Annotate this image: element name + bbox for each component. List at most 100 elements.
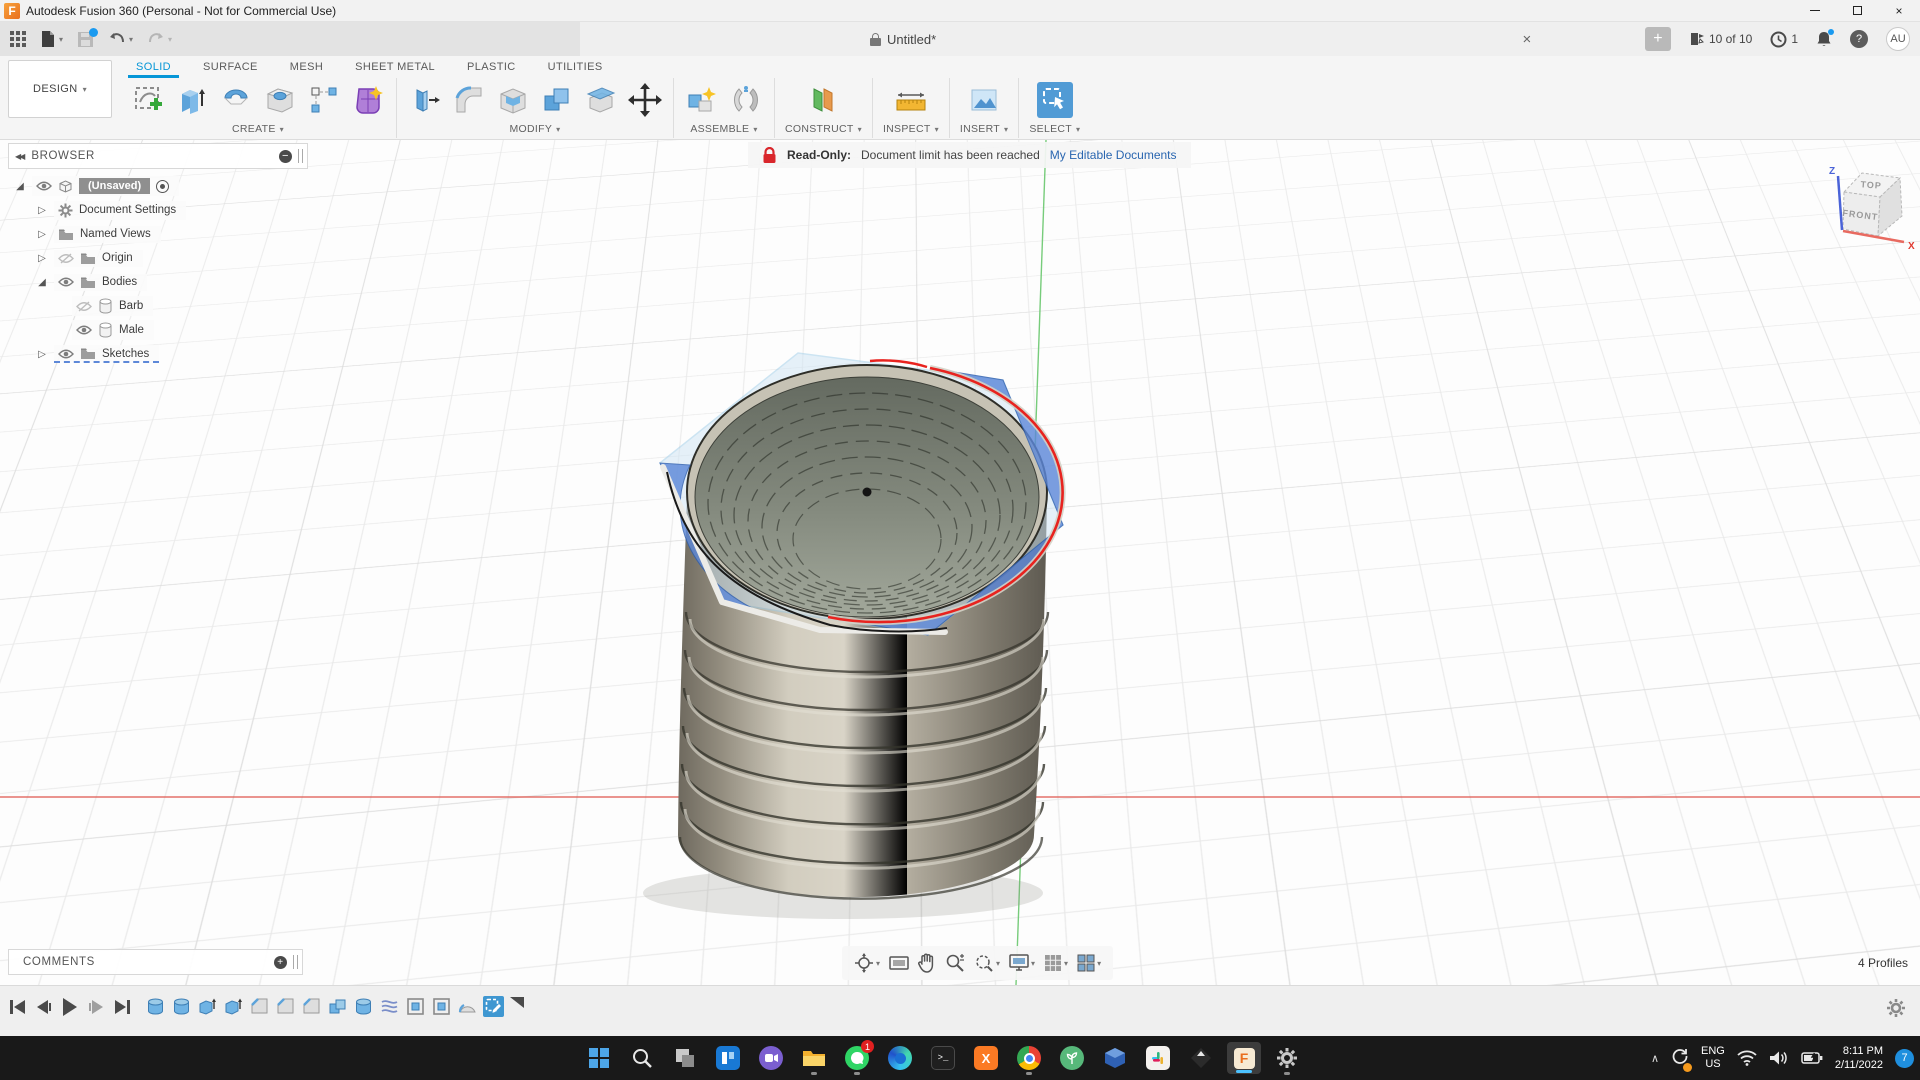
group-label-construct[interactable]: CONSTRUCT ▾ bbox=[785, 122, 862, 136]
file-explorer-button[interactable] bbox=[800, 1041, 828, 1075]
new-component-button[interactable] bbox=[684, 82, 720, 118]
tree-label[interactable]: Sketches bbox=[102, 348, 149, 360]
feature-coil[interactable] bbox=[379, 996, 400, 1017]
revolve-button[interactable] bbox=[218, 82, 254, 118]
root-component-label[interactable]: (Unsaved) bbox=[79, 178, 151, 194]
group-label-modify[interactable]: MODIFY ▾ bbox=[510, 122, 561, 136]
create-sketch-button[interactable] bbox=[130, 82, 166, 118]
app-grid-button[interactable] bbox=[10, 31, 26, 47]
chrome-button[interactable] bbox=[1015, 1041, 1043, 1075]
shell-button[interactable] bbox=[495, 82, 531, 118]
step-back-button[interactable] bbox=[37, 1000, 51, 1014]
search-button[interactable] bbox=[628, 1041, 656, 1075]
tree-label[interactable]: Named Views bbox=[80, 228, 151, 240]
group-label-inspect[interactable]: INSPECT ▾ bbox=[883, 122, 939, 136]
display-settings-button[interactable]: ▾ bbox=[1009, 954, 1035, 972]
viewport[interactable]: Read-Only: Document limit has been reach… bbox=[0, 140, 1920, 985]
workspace-selector[interactable]: DESIGN ▾ bbox=[8, 60, 112, 118]
tree-row-root[interactable]: ◢ (Unsaved) bbox=[14, 174, 186, 198]
timeline-marker[interactable] bbox=[510, 997, 524, 1008]
expand-icon[interactable]: ▷ bbox=[36, 253, 48, 264]
go-to-end-button[interactable] bbox=[115, 1000, 130, 1014]
notifications-button[interactable] bbox=[1816, 28, 1834, 48]
feature-chamfer-3[interactable] bbox=[301, 996, 322, 1017]
visibility-eye-icon[interactable] bbox=[76, 325, 92, 335]
group-label-insert[interactable]: INSERT ▾ bbox=[960, 122, 1008, 136]
document-tab[interactable]: Untitled* bbox=[870, 22, 936, 56]
undo-button[interactable]: ▾ bbox=[108, 32, 133, 46]
joint-button[interactable] bbox=[728, 82, 764, 118]
create-form-button[interactable] bbox=[350, 82, 386, 118]
xampp-button[interactable]: X bbox=[972, 1041, 1000, 1075]
editable-documents-link[interactable]: My Editable Documents bbox=[1050, 148, 1177, 162]
tab-utilities[interactable]: UTILITIES bbox=[532, 56, 619, 78]
pan-button[interactable] bbox=[918, 953, 936, 973]
construct-plane-button[interactable] bbox=[805, 82, 841, 118]
start-button[interactable] bbox=[585, 1041, 613, 1075]
feature-pattern-2[interactable] bbox=[431, 996, 452, 1017]
collapse-expander-icon[interactable]: ◢ bbox=[36, 277, 48, 288]
fusion-360-taskbar-button[interactable]: F bbox=[1227, 1041, 1261, 1075]
timeline-settings-gear-icon[interactable] bbox=[1886, 998, 1906, 1018]
widgets-app-button[interactable] bbox=[714, 1041, 742, 1075]
job-status-button[interactable]: 1 bbox=[1770, 31, 1798, 48]
visibility-eye-icon[interactable] bbox=[58, 349, 74, 359]
step-forward-button[interactable] bbox=[89, 1000, 103, 1014]
tree-label[interactable]: Barb bbox=[119, 300, 143, 312]
comments-header[interactable]: COMMENTS + bbox=[8, 949, 303, 975]
measure-button[interactable] bbox=[893, 82, 929, 118]
maximize-button[interactable] bbox=[1836, 0, 1878, 22]
insert-button[interactable] bbox=[966, 82, 1002, 118]
feature-sketch-active[interactable] bbox=[483, 996, 504, 1017]
minimize-button[interactable] bbox=[1794, 0, 1836, 22]
close-tab-button[interactable]: × bbox=[1514, 31, 1540, 48]
model-barb-body[interactable] bbox=[615, 325, 1125, 925]
tree-label[interactable]: Bodies bbox=[102, 276, 137, 288]
tree-row-document-settings[interactable]: ▷ Document Settings bbox=[36, 198, 187, 222]
movies-app-button[interactable] bbox=[757, 1041, 785, 1075]
pattern-button[interactable] bbox=[306, 82, 342, 118]
visibility-eye-icon[interactable] bbox=[58, 277, 74, 287]
press-pull-button[interactable] bbox=[407, 82, 443, 118]
visibility-off-eye-icon[interactable] bbox=[58, 252, 74, 264]
settings-button[interactable] bbox=[1273, 1041, 1301, 1075]
tree-label[interactable]: Origin bbox=[102, 252, 133, 264]
terminal-button[interactable]: >_ bbox=[929, 1041, 957, 1075]
group-label-create[interactable]: CREATE ▾ bbox=[232, 122, 284, 136]
save-button[interactable] bbox=[77, 27, 99, 48]
collapse-expander-icon[interactable]: ◢ bbox=[14, 181, 26, 192]
play-button[interactable] bbox=[63, 998, 77, 1016]
expand-panel-icon[interactable]: + bbox=[274, 955, 287, 969]
expand-icon[interactable]: ▷ bbox=[36, 229, 48, 240]
close-button[interactable]: × bbox=[1878, 0, 1920, 22]
wifi-icon[interactable] bbox=[1737, 1050, 1757, 1066]
move-copy-button[interactable] bbox=[627, 82, 663, 118]
feature-extrude-1[interactable] bbox=[197, 996, 218, 1017]
tree-label[interactable]: Male bbox=[119, 324, 144, 336]
virtualbox-button[interactable] bbox=[1101, 1041, 1129, 1075]
collapse-panel-icon[interactable]: ◀◀ bbox=[15, 152, 25, 161]
feature-dome[interactable] bbox=[457, 996, 478, 1017]
task-view-button[interactable] bbox=[671, 1041, 699, 1075]
view-cube[interactable]: TOP FRONT Z X bbox=[1822, 150, 1918, 260]
feature-cylinder-3[interactable] bbox=[353, 996, 374, 1017]
tree-row-male[interactable]: Male bbox=[72, 318, 186, 342]
hidden-icons-chevron[interactable]: ∧ bbox=[1651, 1052, 1659, 1065]
tree-label[interactable]: Document Settings bbox=[79, 204, 176, 216]
sketch-center-point[interactable] bbox=[862, 487, 872, 497]
tree-row-barb[interactable]: Barb bbox=[72, 294, 186, 318]
avatar[interactable]: AU bbox=[1886, 27, 1910, 51]
viewports-button[interactable]: ▾ bbox=[1077, 954, 1101, 972]
visibility-eye-icon[interactable] bbox=[36, 181, 52, 191]
group-label-select[interactable]: SELECT ▾ bbox=[1029, 122, 1080, 136]
hole-button[interactable] bbox=[262, 82, 298, 118]
volume-icon[interactable] bbox=[1769, 1050, 1789, 1066]
feature-cylinder-2[interactable] bbox=[171, 996, 192, 1017]
green-app-button[interactable] bbox=[1058, 1041, 1086, 1075]
feature-pattern-1[interactable] bbox=[405, 996, 426, 1017]
slack-button[interactable] bbox=[1144, 1041, 1172, 1075]
tree-row-sketches[interactable]: ▷ Sketches bbox=[36, 342, 186, 366]
new-tab-button[interactable]: + bbox=[1644, 27, 1671, 51]
tab-solid[interactable]: SOLID bbox=[120, 56, 187, 78]
tree-row-named-views[interactable]: ▷ Named Views bbox=[36, 222, 186, 246]
